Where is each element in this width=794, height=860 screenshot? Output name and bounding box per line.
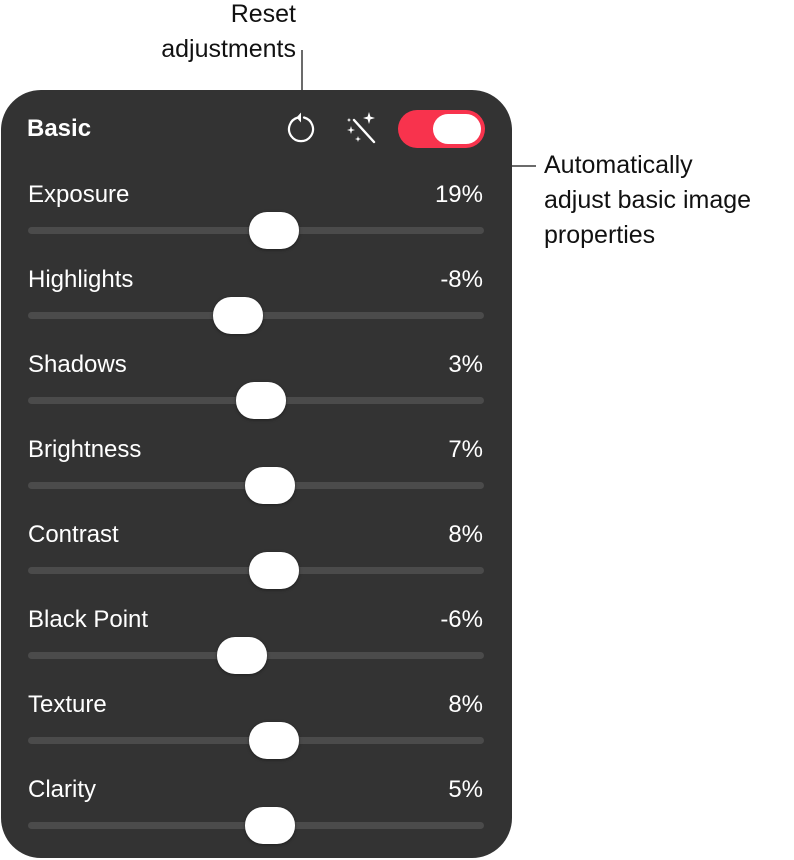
adjustment-value: -6%	[440, 606, 483, 633]
adjustment-value: 8%	[448, 521, 483, 548]
slider-thumb[interactable]	[249, 212, 300, 249]
adjustment-row-exposure: Exposure 19%	[0, 181, 512, 251]
toggle-knob	[433, 114, 481, 144]
adjustment-label: Clarity	[28, 776, 97, 803]
slider-thumb[interactable]	[244, 467, 295, 504]
magic-wand-icon[interactable]	[343, 110, 379, 146]
adjustment-label: Brightness	[28, 436, 142, 463]
reset-adjustments-icon[interactable]	[283, 111, 319, 147]
slider-thumb[interactable]	[235, 382, 286, 419]
slider-thumb[interactable]	[249, 552, 300, 589]
adjustment-label: Highlights	[28, 266, 134, 293]
auto-adjust-callout: Automatically adjust basic image propert…	[544, 151, 752, 249]
adjustment-row-texture: Texture 8%	[0, 691, 512, 761]
adjustment-row-brightness: Brightness 7%	[0, 436, 512, 506]
panel-title: Basic	[27, 115, 92, 142]
slider-thumb[interactable]	[217, 637, 268, 674]
reset-adjustments-callout: Reset adjustments	[161, 0, 296, 63]
adjustment-label: Exposure	[28, 181, 130, 208]
adjustment-row-highlights: Highlights -8%	[0, 266, 512, 336]
adjustment-label: Shadows	[28, 351, 127, 378]
slider-thumb[interactable]	[212, 297, 263, 334]
adjustment-label: Contrast	[28, 521, 119, 548]
basic-adjustments-toggle[interactable]	[398, 110, 485, 148]
adjustment-value: 7%	[448, 436, 483, 463]
slider-thumb[interactable]	[244, 807, 295, 844]
adjustment-label: Black Point	[28, 606, 149, 633]
adjustment-row-clarity: Clarity 5%	[0, 776, 512, 846]
adjustment-value: -8%	[440, 266, 483, 293]
adjustment-row-black-point: Black Point -6%	[0, 606, 512, 676]
adjustment-label: Texture	[28, 691, 107, 718]
adjustment-value: 5%	[448, 776, 483, 803]
slider-thumb[interactable]	[249, 722, 300, 759]
adjustment-value: 19%	[434, 181, 483, 208]
adjustment-row-shadows: Shadows 3%	[0, 351, 512, 421]
adjustment-value: 3%	[448, 351, 483, 378]
adjustment-value: 8%	[448, 691, 483, 718]
adjustment-row-contrast: Contrast 8%	[0, 521, 512, 591]
